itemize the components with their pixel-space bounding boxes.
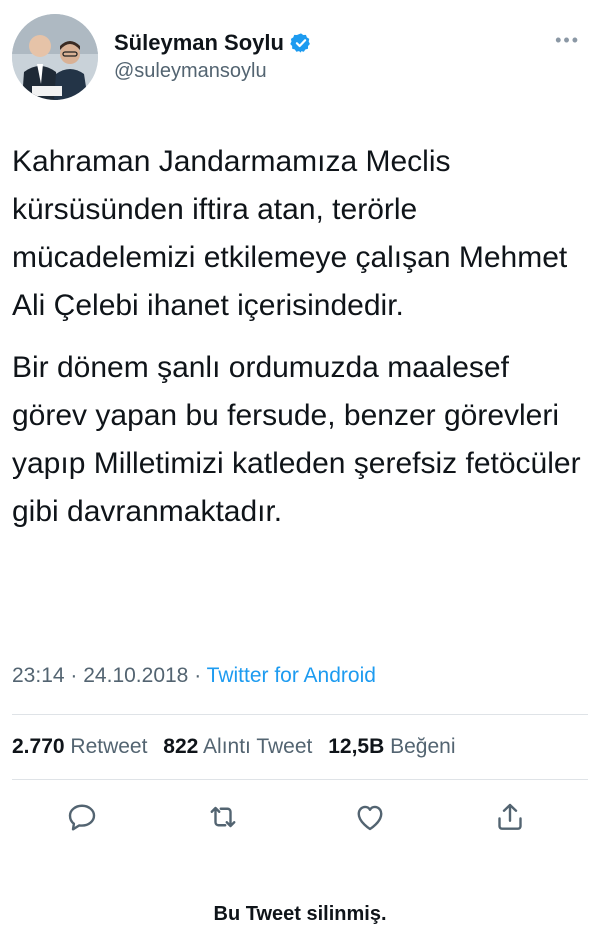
retweets-stat[interactable]: 2.770 Retweet bbox=[12, 735, 147, 758]
divider bbox=[12, 714, 588, 715]
reply-button[interactable] bbox=[64, 799, 100, 835]
retweet-button[interactable] bbox=[205, 799, 241, 835]
share-button[interactable] bbox=[492, 799, 528, 835]
meta-separator: · bbox=[70, 664, 78, 687]
like-button[interactable] bbox=[352, 799, 388, 835]
tweet-screenshot: Süleyman Soylu @suleymansoylu ••• Kahram… bbox=[0, 0, 600, 932]
tweet-paragraph: Bir dönem şanlı ordumuzda maalesef görev… bbox=[12, 351, 581, 528]
likes-label: Beğeni bbox=[390, 735, 456, 758]
like-icon bbox=[357, 805, 383, 831]
meta-separator: · bbox=[194, 664, 202, 687]
reply-icon bbox=[68, 804, 96, 831]
quotes-label: Alıntı Tweet bbox=[203, 735, 313, 758]
tweet-text: Kahraman Jandarmamıza Meclis kürsüsünden… bbox=[12, 138, 582, 536]
user-name-row[interactable]: Süleyman Soylu bbox=[114, 30, 312, 56]
avatar[interactable] bbox=[12, 14, 98, 100]
quotes-stat[interactable]: 822 Alıntı Tweet bbox=[163, 735, 312, 758]
tweet-date[interactable]: 24.10.2018 bbox=[83, 664, 188, 687]
more-options-icon[interactable]: ••• bbox=[555, 30, 580, 51]
share-icon bbox=[498, 803, 522, 830]
tweet-stats: 2.770 Retweet 822 Alıntı Tweet 12,5B Beğ… bbox=[12, 735, 466, 759]
divider bbox=[12, 779, 588, 780]
quotes-count: 822 bbox=[163, 735, 199, 758]
action-bar bbox=[0, 799, 600, 839]
likes-count: 12,5B bbox=[328, 735, 385, 758]
user-name[interactable]: Süleyman Soylu bbox=[114, 30, 284, 56]
retweet-icon bbox=[210, 806, 236, 828]
tweet-paragraph: Kahraman Jandarmamıza Meclis kürsüsünden… bbox=[12, 145, 568, 322]
deleted-notice: Bu Tweet silinmiş. bbox=[213, 903, 387, 925]
likes-stat[interactable]: 12,5B Beğeni bbox=[328, 735, 455, 758]
user-handle[interactable]: @suleymansoylu bbox=[114, 60, 267, 83]
retweets-count: 2.770 bbox=[12, 735, 65, 758]
tweet-time[interactable]: 23:14 bbox=[12, 664, 65, 687]
retweets-label: Retweet bbox=[70, 735, 148, 758]
tweet-source-link[interactable]: Twitter for Android bbox=[207, 664, 376, 687]
tweet-meta: 23:14 · 24.10.2018 · Twitter for Android bbox=[12, 664, 376, 688]
profile-photo-icon bbox=[12, 14, 98, 100]
verified-badge-icon bbox=[290, 33, 310, 53]
